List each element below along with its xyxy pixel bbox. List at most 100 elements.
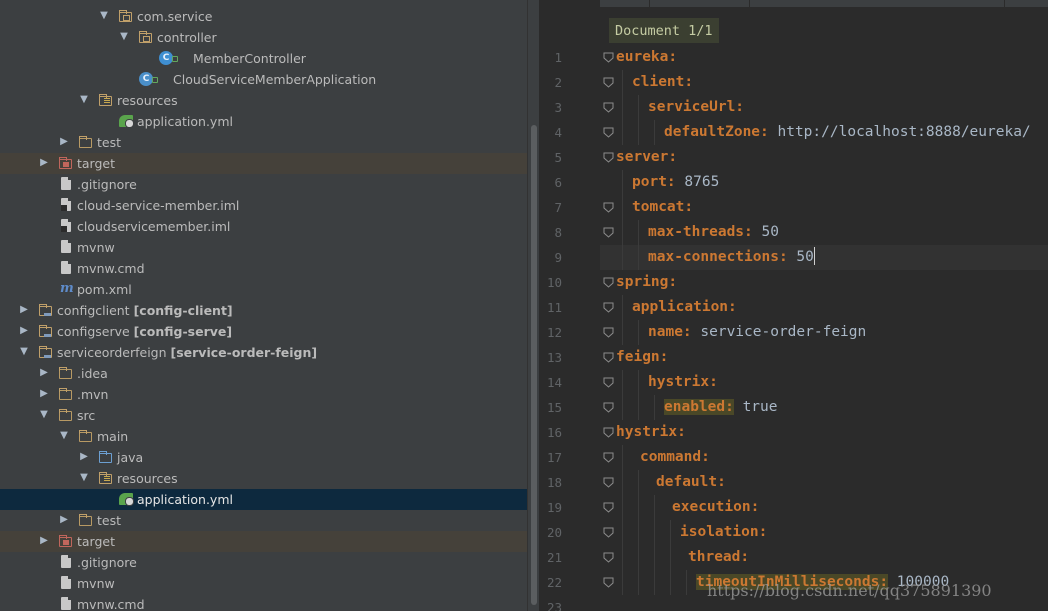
tree-row-configserve[interactable]: ▶ configserve [config-serve] bbox=[0, 321, 527, 342]
line-number: 7 bbox=[554, 200, 562, 215]
indent-guide bbox=[670, 545, 671, 570]
tree-row-label: controller bbox=[157, 30, 217, 45]
fold-marker-icon[interactable] bbox=[603, 377, 614, 388]
collapsed-arrow-icon[interactable]: ▶ bbox=[18, 304, 30, 316]
tree-row-application-class[interactable]: C CloudServiceMemberApplication bbox=[0, 69, 527, 90]
tree-row-resources[interactable]: ▼ resources bbox=[0, 90, 527, 111]
tree-row-target[interactable]: ▶ target bbox=[0, 153, 527, 174]
fold-marker-icon[interactable] bbox=[603, 577, 614, 588]
fold-marker-icon[interactable] bbox=[603, 502, 614, 513]
expanded-arrow-icon[interactable]: ▼ bbox=[78, 472, 90, 484]
code-line[interactable]: serviceUrl: bbox=[648, 95, 744, 120]
fold-marker-icon[interactable] bbox=[603, 52, 614, 63]
tree-row-iml-2[interactable]: cloudservicemember.iml bbox=[0, 216, 527, 237]
fold-marker-icon[interactable] bbox=[603, 552, 614, 563]
indent-guide bbox=[622, 320, 623, 345]
tree-row-test[interactable]: ▶ test bbox=[0, 132, 527, 153]
tree-row-gitignore[interactable]: .gitignore bbox=[0, 174, 527, 195]
tree-row-controller[interactable]: ▼ controller bbox=[0, 27, 527, 48]
code-line[interactable]: max-connections: 50 bbox=[648, 245, 815, 270]
code-line[interactable]: enabled: true bbox=[664, 395, 778, 420]
collapsed-arrow-icon[interactable]: ▶ bbox=[78, 451, 90, 463]
code-line[interactable]: client: bbox=[632, 70, 693, 95]
code-line[interactable]: server: bbox=[616, 145, 677, 170]
tree-row-test-2[interactable]: ▶ test bbox=[0, 510, 527, 531]
expanded-arrow-icon[interactable]: ▼ bbox=[38, 409, 50, 421]
fold-marker-icon[interactable] bbox=[603, 452, 614, 463]
collapsed-arrow-icon[interactable]: ▶ bbox=[38, 367, 50, 379]
yaml-editor[interactable]: 1 2 3 4 5 6 7 8 9 10 11 12 13 14 15 16 17 18 19 20 21 22 23 eu… bbox=[540, 0, 1048, 611]
tree-row-main[interactable]: ▼ main bbox=[0, 426, 527, 447]
tree-row-application-yml[interactable]: application.yml bbox=[0, 111, 527, 132]
fold-marker-icon[interactable] bbox=[603, 127, 614, 138]
collapsed-arrow-icon[interactable]: ▶ bbox=[38, 535, 50, 547]
code-line[interactable]: spring: bbox=[616, 270, 677, 295]
tree-row-mvnw-cmd-2[interactable]: mvnw.cmd bbox=[0, 594, 527, 611]
tree-row-member-controller[interactable]: C MemberController bbox=[0, 48, 527, 69]
tree-row-target-2[interactable]: ▶ target bbox=[0, 531, 527, 552]
fold-marker-icon[interactable] bbox=[603, 202, 614, 213]
tree-row-label: mvnw.cmd bbox=[77, 597, 145, 611]
code-line[interactable]: feign: bbox=[616, 345, 668, 370]
expanded-arrow-icon[interactable]: ▼ bbox=[98, 10, 110, 22]
tree-row-mvn[interactable]: ▶ .mvn bbox=[0, 384, 527, 405]
tree-scrollbar[interactable] bbox=[527, 0, 539, 611]
editor-tab[interactable] bbox=[650, 0, 750, 7]
fold-marker-icon[interactable] bbox=[603, 277, 614, 288]
tree-row-pom[interactable]: m pom.xml bbox=[0, 279, 527, 300]
tree-row-resources-2[interactable]: ▼ resources bbox=[0, 468, 527, 489]
code-line[interactable]: port: 8765 bbox=[632, 170, 719, 195]
fold-marker-icon[interactable] bbox=[603, 402, 614, 413]
code-line[interactable]: application: bbox=[632, 295, 737, 320]
expanded-arrow-icon[interactable]: ▼ bbox=[78, 94, 90, 106]
tree-row-java[interactable]: ▶ java bbox=[0, 447, 527, 468]
editor-tab[interactable] bbox=[750, 0, 1005, 7]
code-line[interactable]: tomcat: bbox=[632, 195, 693, 220]
collapsed-arrow-icon[interactable]: ▶ bbox=[18, 325, 30, 337]
fold-marker-icon[interactable] bbox=[603, 152, 614, 163]
fold-marker-icon[interactable] bbox=[603, 427, 614, 438]
expanded-arrow-icon[interactable]: ▼ bbox=[58, 430, 70, 442]
tree-row-configclient[interactable]: ▶ configclient [config-client] bbox=[0, 300, 527, 321]
tree-row-src[interactable]: ▼ src bbox=[0, 405, 527, 426]
code-line[interactable]: isolation: bbox=[680, 520, 767, 545]
collapsed-arrow-icon[interactable]: ▶ bbox=[58, 136, 70, 148]
tree-row-label: target bbox=[77, 156, 116, 171]
fold-marker-icon[interactable] bbox=[603, 477, 614, 488]
tree-row-mvnw-2[interactable]: mvnw bbox=[0, 573, 527, 594]
code-line[interactable]: thread: bbox=[688, 545, 749, 570]
tree-row-mvnw-cmd[interactable]: mvnw.cmd bbox=[0, 258, 527, 279]
tree-row-serviceorderfeign[interactable]: ▼ serviceorderfeign [service-order-feign… bbox=[0, 342, 527, 363]
fold-marker-icon[interactable] bbox=[603, 352, 614, 363]
expanded-arrow-icon[interactable]: ▼ bbox=[18, 346, 30, 358]
fold-marker-icon[interactable] bbox=[603, 102, 614, 113]
code-line[interactable]: hystrix: bbox=[648, 370, 718, 395]
collapsed-arrow-icon[interactable]: ▶ bbox=[58, 514, 70, 526]
tree-scrollbar-thumb[interactable] bbox=[531, 125, 537, 605]
line-number: 6 bbox=[554, 175, 562, 190]
tree-row-mvnw[interactable]: mvnw bbox=[0, 237, 527, 258]
fold-marker-icon[interactable] bbox=[603, 77, 614, 88]
collapsed-arrow-icon[interactable]: ▶ bbox=[38, 388, 50, 400]
code-line[interactable]: execution: bbox=[672, 495, 759, 520]
tree-row-application-yml-selected[interactable]: application.yml bbox=[0, 489, 527, 510]
tree-row-idea[interactable]: ▶ .idea bbox=[0, 363, 527, 384]
code-line[interactable]: eureka: bbox=[616, 45, 677, 70]
code-line[interactable]: max-threads: 50 bbox=[648, 220, 779, 245]
fold-marker-icon[interactable] bbox=[603, 327, 614, 338]
collapsed-arrow-icon[interactable]: ▶ bbox=[38, 157, 50, 169]
code-line[interactable]: command: bbox=[640, 445, 710, 470]
fold-marker-icon[interactable] bbox=[603, 227, 614, 238]
yaml-key: application: bbox=[632, 299, 737, 315]
tree-row-iml-1[interactable]: cloud-service-member.iml bbox=[0, 195, 527, 216]
fold-marker-icon[interactable] bbox=[603, 527, 614, 538]
code-line[interactable]: hystrix: bbox=[616, 420, 686, 445]
code-line[interactable]: default: bbox=[656, 470, 726, 495]
tree-row-com-service[interactable]: ▼ com.service bbox=[0, 6, 527, 27]
tree-row-gitignore-2[interactable]: .gitignore bbox=[0, 552, 527, 573]
indent-guide bbox=[622, 195, 623, 220]
code-line[interactable]: name: service-order-feign bbox=[648, 320, 866, 345]
fold-marker-icon[interactable] bbox=[603, 302, 614, 313]
code-line[interactable]: defaultZone: http://localhost:8888/eurek… bbox=[664, 120, 1031, 145]
expanded-arrow-icon[interactable]: ▼ bbox=[118, 31, 130, 43]
